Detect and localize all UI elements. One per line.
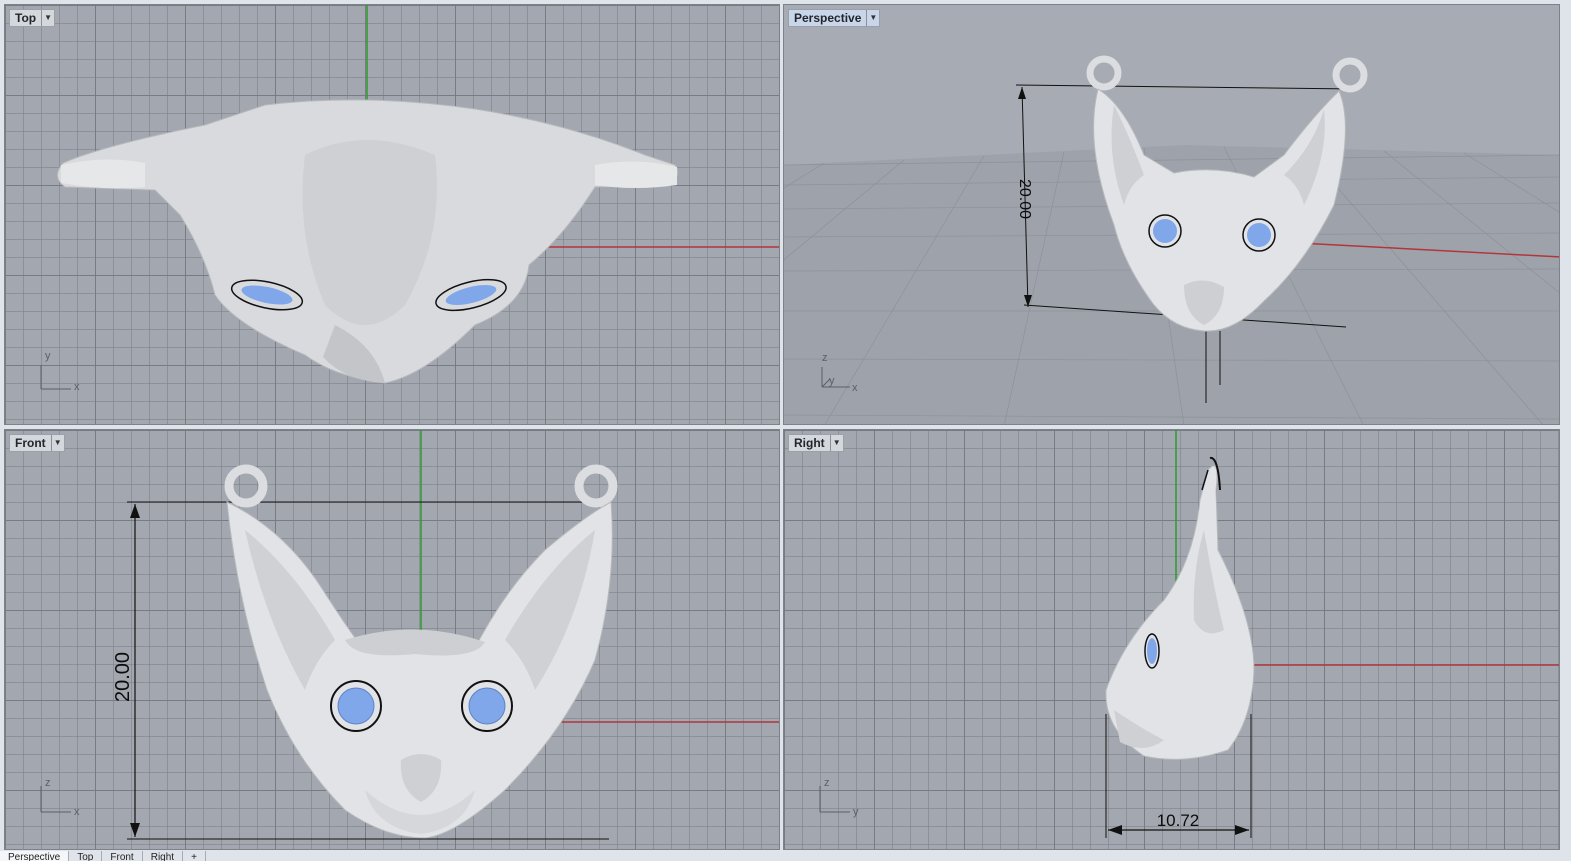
dropdown-caret-icon[interactable]: ▼: [866, 10, 879, 26]
dropdown-caret-icon[interactable]: ▼: [41, 10, 54, 26]
viewport-label-front[interactable]: Front ▼: [9, 434, 65, 452]
svg-text:y: y: [45, 350, 51, 362]
tab-top[interactable]: Top: [69, 851, 103, 861]
viewport-label-perspective[interactable]: Perspective ▼: [788, 9, 881, 27]
front-canvas: 20.00 z x: [40, 430, 779, 840]
cat-model-front: [224, 464, 618, 839]
cat-model-top: [57, 99, 679, 384]
tab-right[interactable]: Right: [143, 851, 184, 861]
tab-front[interactable]: Front: [102, 851, 143, 861]
perspective-canvas: 20.00 z y x: [784, 55, 1559, 424]
svg-text:x: x: [852, 382, 858, 394]
svg-text:z: z: [45, 777, 51, 789]
svg-text:20.00: 20.00: [112, 652, 134, 702]
dropdown-caret-icon[interactable]: ▼: [50, 435, 64, 451]
right-canvas: 10.72 z y: [819, 430, 1559, 838]
top-canvas: y x: [40, 5, 779, 393]
svg-text:10.72: 10.72: [1157, 811, 1200, 830]
viewport-label-top[interactable]: Top ▼: [9, 9, 56, 27]
eye-left-perspective: [1148, 214, 1182, 248]
add-tab-button[interactable]: +: [183, 851, 206, 861]
svg-text:z: z: [822, 352, 828, 364]
svg-text:20.00: 20.00: [1016, 179, 1033, 219]
eye-right-view: [1144, 633, 1160, 669]
eye-right-perspective: [1242, 218, 1276, 252]
viewport-right[interactable]: Right ▼ 10.72 z y: [783, 429, 1560, 850]
viewport-title: Top: [15, 11, 37, 25]
viewport-title: Front: [15, 436, 46, 450]
svg-text:x: x: [74, 381, 80, 393]
svg-text:y: y: [853, 806, 859, 818]
eye-right-front: [461, 680, 513, 732]
eye-left-front: [330, 680, 382, 732]
axis-indicator: z x: [40, 777, 80, 818]
viewport-front[interactable]: Front ▼ 20.00 z x: [4, 429, 780, 850]
tab-perspective[interactable]: Perspective: [0, 851, 70, 861]
viewport-title: Right: [794, 436, 825, 450]
cat-model-right: [1105, 456, 1255, 760]
viewport-title: Perspective: [794, 11, 862, 25]
svg-text:y: y: [829, 375, 835, 387]
viewport-top[interactable]: Top ▼ y x: [4, 4, 780, 425]
svg-text:z: z: [824, 777, 830, 789]
dropdown-caret-icon[interactable]: ▼: [829, 435, 843, 451]
svg-text:x: x: [74, 806, 80, 818]
axis-indicator: z y: [819, 777, 859, 818]
axis-indicator: y x: [40, 350, 80, 393]
viewport-label-right[interactable]: Right ▼: [788, 434, 844, 452]
viewport-perspective[interactable]: Perspective ▼ 20.00 z y x: [783, 4, 1560, 425]
viewport-tabs: Perspective Top Front Right +: [0, 851, 1571, 861]
